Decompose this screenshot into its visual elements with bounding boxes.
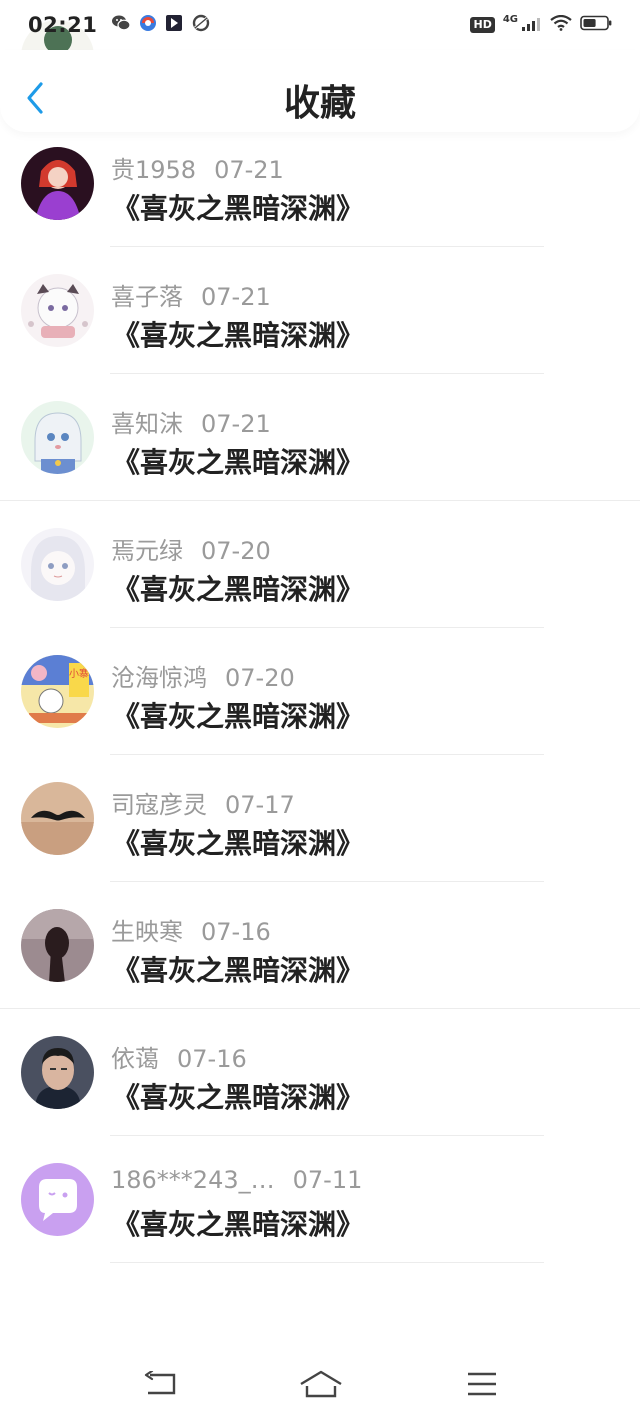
book-title[interactable]: 《喜灰之黑暗深渊》 — [112, 822, 364, 862]
row-meta: 生映寒 07-16 — [111, 912, 271, 947]
row-meta: 依蔼 07-16 — [111, 1039, 247, 1074]
favorite-date: 07-21 — [201, 410, 271, 438]
avatar[interactable] — [21, 528, 94, 601]
video-app-icon — [165, 14, 183, 36]
row-meta: 焉元绿 07-20 — [111, 531, 271, 566]
username[interactable]: 沧海惊鸿 — [111, 664, 207, 692]
book-title[interactable]: 《喜灰之黑暗深渊》 — [112, 1203, 364, 1243]
favorite-row[interactable]: 186***243_… 07-11 《喜灰之黑暗深渊》 — [0, 1136, 640, 1263]
book-title[interactable]: 《喜灰之黑暗深渊》 — [112, 1076, 364, 1116]
avatar-caption: 小寨 — [69, 667, 89, 680]
favorite-date: 07-21 — [214, 156, 284, 184]
favorite-row[interactable]: 小寨 沧海惊鸿 07-20 《喜灰之黑暗深渊》 — [0, 628, 640, 755]
favorites-list: 吞表达好《喜灰之黑暗深渊》贵195807-21《喜灰之黑暗深渊》喜子落07-21… — [0, 0, 640, 1263]
avatar[interactable] — [21, 1163, 94, 1236]
favorite-row[interactable]: 司寇彦灵 07-17 《喜灰之黑暗深渊》 — [0, 755, 640, 882]
avatar[interactable] — [21, 782, 94, 855]
avatar[interactable] — [21, 1036, 94, 1109]
status-bar: 02:21 HD 4G — [0, 0, 640, 50]
avatar[interactable] — [21, 401, 94, 474]
favorite-row[interactable]: 依蔼 07-16 《喜灰之黑暗深渊》 — [0, 1009, 640, 1136]
favorite-row[interactable]: 焉元绿 07-20 《喜灰之黑暗深渊》 — [0, 501, 640, 628]
notification-icons — [111, 14, 211, 36]
row-meta: 司寇彦灵 07-17 — [111, 785, 295, 820]
book-title[interactable]: 《喜灰之黑暗深渊》 — [112, 695, 364, 735]
signal-icon — [522, 16, 542, 35]
nav-home-button[interactable] — [298, 1367, 344, 1401]
status-indicators: HD 4G — [470, 13, 612, 35]
hd-badge: HD — [470, 17, 495, 33]
home-icon — [300, 1370, 342, 1398]
row-meta: 186***243_… 07-11 — [111, 1166, 362, 1194]
avatar[interactable] — [21, 147, 94, 220]
book-title[interactable]: 《喜灰之黑暗深渊》 — [112, 441, 364, 481]
return-icon — [144, 1371, 176, 1395]
browser-icon — [139, 14, 157, 36]
menu-icon — [468, 1372, 496, 1396]
avatar[interactable] — [21, 274, 94, 347]
username[interactable]: 贵1958 — [111, 156, 196, 184]
favorite-row[interactable]: 生映寒 07-16 《喜灰之黑暗深渊》 — [0, 882, 640, 1009]
favorite-row[interactable]: 喜子落 07-21 《喜灰之黑暗深渊》 — [0, 247, 640, 374]
username[interactable]: 依蔼 — [111, 1045, 159, 1073]
username[interactable]: 生映寒 — [111, 918, 183, 946]
wechat-icon — [111, 14, 131, 36]
book-title[interactable]: 《喜灰之黑暗深渊》 — [112, 314, 364, 354]
book-title[interactable]: 《喜灰之黑暗深渊》 — [112, 568, 364, 608]
username[interactable]: 喜子落 — [111, 283, 183, 311]
row-meta: 喜子落 07-21 — [111, 277, 271, 312]
favorite-date: 07-16 — [177, 1045, 247, 1073]
app-window: { "status": { "time": "02:21", "hd": "HD… — [0, 0, 640, 1422]
favorite-date: 07-16 — [201, 918, 271, 946]
book-title[interactable]: 《喜灰之黑暗深渊》 — [112, 187, 364, 227]
status-time: 02:21 — [28, 13, 98, 37]
book-title[interactable]: 《喜灰之黑暗深渊》 — [112, 949, 364, 989]
username[interactable]: 焉元绿 — [111, 537, 183, 565]
favorite-date: 07-20 — [225, 664, 295, 692]
username[interactable]: 喜知沫 — [111, 410, 183, 438]
page-title: 收藏 — [283, 83, 356, 124]
row-divider — [110, 1262, 544, 1263]
favorite-row[interactable]: 喜知沫 07-21 《喜灰之黑暗深渊》 — [0, 374, 640, 501]
avatar[interactable] — [21, 909, 94, 982]
system-nav-bar — [0, 1342, 640, 1422]
favorite-date: 07-11 — [292, 1166, 363, 1194]
username[interactable]: 司寇彦灵 — [111, 791, 207, 819]
favorite-date: 07-20 — [201, 537, 271, 565]
row-meta: 沧海惊鸿 07-20 — [111, 658, 295, 693]
sync-icon — [191, 14, 211, 36]
row-meta: 贵1958 07-21 — [111, 150, 284, 185]
wifi-icon — [550, 14, 572, 35]
header: 收藏 — [0, 50, 640, 132]
avatar[interactable]: 小寨 — [21, 655, 94, 728]
username[interactable]: 186***243_… — [111, 1166, 275, 1194]
network-type: 4G — [502, 13, 518, 25]
favorite-date: 07-17 — [225, 791, 295, 819]
nav-menu-button[interactable] — [462, 1367, 502, 1401]
nav-back-button[interactable] — [140, 1367, 180, 1401]
favorite-date: 07-21 — [201, 283, 271, 311]
favorite-row[interactable]: 贵1958 07-21 《喜灰之黑暗深渊》 — [0, 120, 640, 247]
battery-icon — [580, 15, 612, 35]
row-meta: 喜知沫 07-21 — [111, 404, 271, 439]
